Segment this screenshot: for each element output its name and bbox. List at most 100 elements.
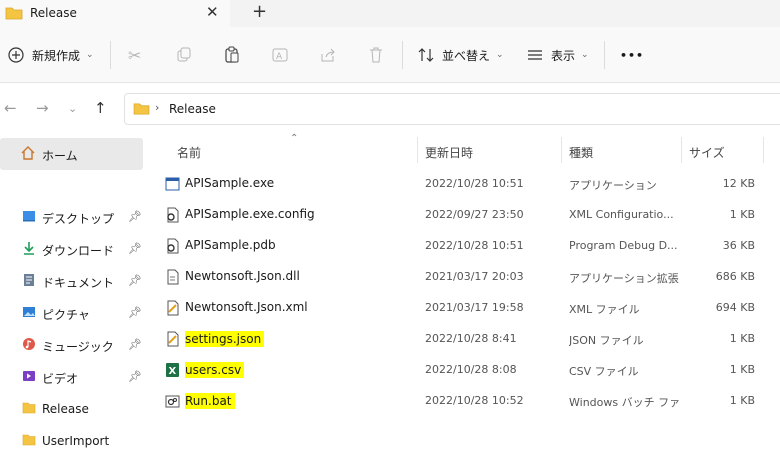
- up-arrow-icon[interactable]: ↑: [94, 99, 107, 117]
- chevron-down-icon: ⌄: [581, 50, 589, 60]
- file-row[interactable]: Run.bat 2022/10/28 10:52 Windows バッチ ファ.…: [157, 385, 772, 416]
- videos-icon: [23, 371, 35, 381]
- file-row[interactable]: APISample.exe.config 2022/09/27 23:50 XM…: [157, 199, 772, 230]
- command-bar: 新規作成 ⌄ ✂ A 並べ替え ⌄ 表示 ⌄ •••: [0, 27, 780, 83]
- sidebar-item-desktop[interactable]: デスクトップ 📌︎: [0, 202, 147, 232]
- divider: [402, 41, 403, 69]
- file-modified: 2022/10/28 10:51: [425, 177, 524, 190]
- column-header-name[interactable]: 名前: [167, 133, 417, 169]
- sort-icon: [418, 48, 434, 62]
- pin-icon[interactable]: 📌︎: [128, 306, 142, 319]
- file-type: Program Debug D...: [569, 239, 678, 252]
- column-header-label: サイズ: [689, 146, 725, 160]
- file-row[interactable]: settings.json 2022/10/28 8:41 JSON ファイル …: [157, 323, 772, 354]
- column-divider[interactable]: [417, 137, 418, 163]
- tab-release[interactable]: Release ✕: [0, 0, 230, 27]
- pin-icon[interactable]: 📌︎: [128, 274, 142, 287]
- sidebar-item-userimport[interactable]: UserImport: [0, 426, 147, 456]
- file-row[interactable]: APISample.pdb 2022/10/28 10:51 Program D…: [157, 230, 772, 261]
- column-divider[interactable]: [763, 137, 764, 163]
- xml-icon: [167, 300, 179, 316]
- file-type: Windows バッチ ファ...: [569, 396, 681, 409]
- breadcrumb-release[interactable]: Release: [169, 102, 216, 116]
- file-type: アプリケーション: [569, 179, 657, 192]
- column-divider[interactable]: [681, 137, 682, 163]
- file-size: 1 KB: [729, 208, 755, 221]
- file-type: CSV ファイル: [569, 365, 639, 378]
- pin-icon[interactable]: 📌︎: [128, 210, 142, 223]
- more-button[interactable]: •••: [620, 27, 644, 83]
- sort-label: 並べ替え: [442, 48, 491, 63]
- file-name: APISample.pdb: [185, 238, 276, 252]
- copy-button[interactable]: [176, 27, 192, 83]
- share-button[interactable]: [320, 27, 336, 83]
- address-bar[interactable]: › Release: [124, 93, 780, 125]
- download-icon: [24, 242, 34, 255]
- sidebar-item-pictures[interactable]: ピクチャ 📌︎: [0, 298, 147, 328]
- chevron-down-icon: ⌄: [86, 50, 94, 60]
- delete-button[interactable]: [368, 27, 384, 83]
- folder-icon: [22, 402, 36, 414]
- divider: [110, 41, 111, 69]
- recent-chevron-icon[interactable]: ⌄: [68, 102, 77, 115]
- file-row[interactable]: X users.csv 2022/10/28 8:08 CSV ファイル 1 K…: [157, 354, 772, 385]
- column-header-modified[interactable]: 更新日時: [419, 133, 559, 169]
- music-icon: [23, 338, 35, 350]
- plus-circle-icon: [8, 47, 24, 63]
- file-size: 36 KB: [722, 239, 755, 252]
- file-modified: 2022/10/28 8:08: [425, 363, 517, 376]
- file-size: 1 KB: [729, 394, 755, 407]
- file-row[interactable]: Newtonsoft.Json.xml 2021/03/17 19:58 XML…: [157, 292, 772, 323]
- pin-icon[interactable]: 📌︎: [128, 370, 142, 383]
- file-type: アプリケーション拡張: [569, 272, 679, 285]
- pin-icon[interactable]: 📌︎: [128, 338, 142, 351]
- sidebar-item-label: ビデオ: [42, 372, 79, 386]
- file-name: settings.json: [185, 331, 265, 347]
- sidebar-item-downloads[interactable]: ダウンロード 📌︎: [0, 234, 147, 264]
- sidebar-item-videos[interactable]: ビデオ 📌︎: [0, 362, 147, 392]
- back-arrow-icon[interactable]: ←: [4, 99, 17, 117]
- file-row[interactable]: Newtonsoft.Json.dll 2021/03/17 20:03 アプリ…: [157, 261, 772, 292]
- file-type: XML ファイル: [569, 303, 640, 316]
- view-button[interactable]: 表示 ⌄: [527, 27, 589, 83]
- file-name: APISample.exe.config: [185, 207, 315, 221]
- sidebar-item-music[interactable]: ミュージック 📌︎: [0, 330, 147, 360]
- copy-icon: [177, 47, 191, 62]
- exe-icon: [165, 177, 180, 191]
- trash-icon: [370, 47, 382, 63]
- tab-strip: Release ✕ +: [0, 0, 780, 27]
- scissors-icon: ✂: [128, 45, 142, 65]
- excel-csv-icon: X: [166, 363, 179, 377]
- view-label: 表示: [551, 48, 576, 63]
- navigation-bar: ← → ⌄ ↑ › Release: [0, 83, 780, 133]
- pin-icon[interactable]: 📌︎: [128, 242, 142, 255]
- config-icon: [167, 207, 179, 223]
- more-icon: •••: [620, 48, 645, 62]
- new-label: 新規作成: [32, 48, 81, 63]
- forward-arrow-icon[interactable]: →: [36, 99, 49, 117]
- sidebar-item-documents[interactable]: ドキュメント 📌︎: [0, 266, 147, 296]
- file-type: JSON ファイル: [569, 334, 644, 347]
- rename-button[interactable]: A: [272, 27, 290, 83]
- sort-button[interactable]: 並べ替え ⌄: [418, 27, 504, 83]
- sidebar-item-home[interactable]: ホーム: [0, 138, 143, 170]
- file-name: Run.bat: [185, 393, 235, 409]
- file-row[interactable]: APISample.exe 2022/10/28 10:51 アプリケーション …: [157, 168, 772, 199]
- svg-text:X: X: [169, 366, 177, 377]
- cut-button[interactable]: ✂: [128, 27, 141, 83]
- sidebar-item-release[interactable]: Release: [0, 394, 147, 424]
- close-tab-icon[interactable]: ✕: [206, 3, 219, 21]
- column-divider[interactable]: [561, 137, 562, 163]
- column-header-label: 種類: [569, 146, 594, 160]
- new-button[interactable]: 新規作成 ⌄: [8, 27, 94, 83]
- new-tab-button[interactable]: +: [252, 1, 267, 22]
- sidebar-item-label: デスクトップ: [42, 212, 115, 226]
- paste-button[interactable]: [224, 27, 240, 83]
- file-list: ⌃ 名前 更新日時 種類 サイズ APISample.exe 2022/10/2…: [147, 133, 780, 463]
- column-header-label: 更新日時: [425, 146, 474, 160]
- file-size: 1 KB: [729, 363, 755, 376]
- column-header-type[interactable]: 種類: [563, 133, 681, 169]
- column-header-size[interactable]: サイズ: [683, 133, 763, 169]
- folder-icon: [22, 434, 36, 446]
- file-name: users.csv: [185, 362, 245, 378]
